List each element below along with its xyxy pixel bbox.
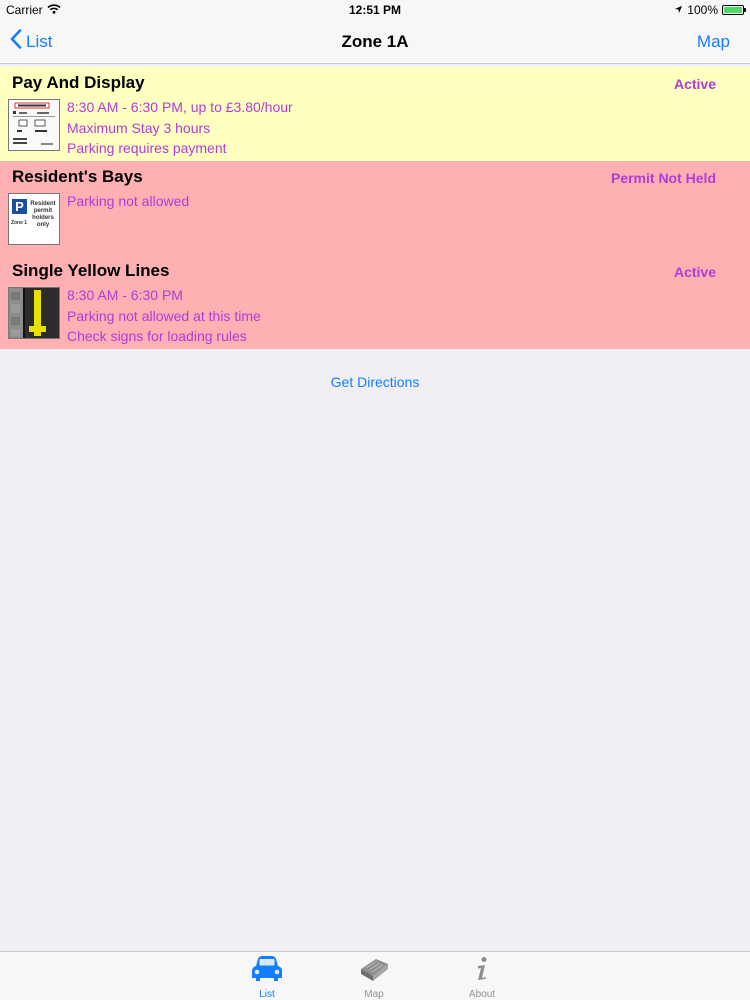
status-time: 12:51 PM [348,3,402,17]
battery-icon [722,5,746,15]
row-details: 8:30 AM - 6:30 PM, up to £3.80/hour Maxi… [67,97,293,159]
list-item-single-yellow-lines[interactable]: Single Yellow Lines Active 8:30 AM - 6:3… [0,255,750,349]
status-right: 100% [674,3,746,17]
sign-text: only [37,222,50,228]
navigation-bar: List Zone 1A Map [0,20,750,64]
tab-label: Map [364,989,384,1000]
detail-line: Maximum Stay 3 hours [67,119,211,136]
list-item-pay-and-display[interactable]: Pay And Display Active 8:30 AM - 6:30 PM… [0,67,750,161]
detail-line: Parking not allowed [67,193,190,209]
sign-text: holders [32,215,54,221]
row-title: Resident's Bays [12,167,143,186]
detail-line: Parking requires payment [67,140,227,156]
detail-line: 8:30 AM - 6:30 PM, up to £3.80/hour [67,99,293,115]
map-button[interactable]: Map [697,32,730,52]
tab-label: About [468,989,496,1000]
pay-and-display-sign-icon [8,99,60,151]
resident-permit-sign-icon: P Resident permit holders only Zone 1 [8,193,60,245]
single-yellow-line-icon [8,287,60,339]
location-arrow-icon [674,3,683,17]
tab-list[interactable]: List [237,955,297,1000]
tab-map[interactable]: Map [344,955,404,1000]
map-book-icon [344,955,404,988]
app-screen: Carrier 12:51 PM 100% List Zone 1A Map P… [0,0,750,1000]
page-title: Zone 1A [341,32,409,51]
restriction-list: Pay And Display Active 8:30 AM - 6:30 PM… [0,67,750,349]
row-details: 8:30 AM - 6:30 PM Parking not allowed at… [67,285,261,347]
detail-line: 8:30 AM - 6:30 PM [67,287,183,303]
status-badge: Active [673,76,716,92]
status-bar: Carrier 12:51 PM 100% [0,0,750,20]
row-title: Single Yellow Lines [12,261,170,280]
tab-label: List [259,989,275,1000]
battery-percent: 100% [687,3,718,17]
status-badge: Active [673,264,716,280]
status-badge: Permit Not Held [610,170,716,186]
get-directions-button[interactable]: Get Directions [0,374,750,390]
car-icon [237,955,297,988]
svg-text:P: P [15,199,24,214]
detail-line: Check signs for loading rules [67,328,247,344]
tab-about[interactable]: About [452,955,512,1000]
detail-line: Parking not allowed at this time [67,307,261,324]
list-item-residents-bays[interactable]: Resident's Bays Permit Not Held P Reside… [0,161,750,255]
row-title: Pay And Display [12,73,145,92]
tab-bar: List Map About [0,951,750,1000]
sign-text: Resident [30,201,55,207]
sign-text: permit [34,208,52,214]
info-icon [452,955,512,988]
row-details: Parking not allowed [67,191,189,212]
sign-text: Zone 1 [11,220,27,226]
